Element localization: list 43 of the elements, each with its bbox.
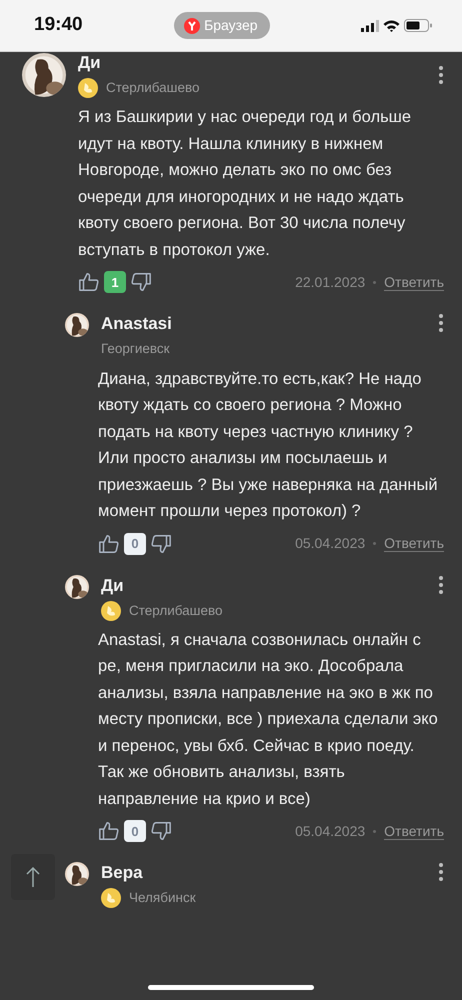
comment-date: 05.04.2023 bbox=[295, 534, 366, 553]
author-name[interactable]: Ди bbox=[78, 52, 426, 74]
comment-text: Я из Башкирии у нас очереди год и больше идут на квоту. Нашла клинику в нижнем Новгороде, можно делать эко по омс без очереди для иногородних и не надо ждать квоту своего региона. Вот 30 числа полечу вступать в протокол уже. bbox=[78, 107, 412, 261]
more-options-icon[interactable] bbox=[438, 574, 444, 594]
battery-icon bbox=[404, 19, 432, 32]
reply-link[interactable]: Ответить bbox=[384, 535, 444, 552]
separator-dot bbox=[373, 542, 376, 545]
thumbs-up-icon[interactable] bbox=[98, 820, 120, 842]
more-options-icon[interactable] bbox=[438, 313, 444, 334]
thumbs-down-icon[interactable] bbox=[130, 271, 152, 294]
thumbs-down-icon[interactable] bbox=[150, 532, 172, 554]
thumbs-up-icon[interactable] bbox=[98, 532, 120, 554]
scroll-top-button[interactable] bbox=[11, 854, 55, 900]
comment-text: Диана, здравствуйте.то есть,как? Не надо квоту ждать со своего региона ? Можно подать на квоту через частную клинику ? Или просто анализы им посылаешь и приезжаешь ? Вы уже наверняка на данный момент прошли через протокол) ? bbox=[98, 368, 439, 522]
location-text: Стерлибашево bbox=[106, 79, 200, 97]
location-text: Стерлибашево bbox=[129, 602, 223, 620]
browser-logo-icon bbox=[184, 18, 200, 34]
badge-icon bbox=[78, 78, 98, 98]
wifi-icon bbox=[382, 20, 400, 32]
badge-icon bbox=[101, 888, 121, 908]
comment-date: 22.01.2023 bbox=[295, 272, 366, 292]
reply-link[interactable]: Ответить bbox=[384, 274, 444, 291]
vote-count: 1 bbox=[104, 271, 126, 294]
more-options-icon[interactable] bbox=[438, 65, 444, 86]
arrow-up-icon bbox=[25, 866, 41, 888]
separator-dot bbox=[373, 830, 376, 833]
badge-icon bbox=[101, 600, 121, 621]
thumbs-up-icon[interactable] bbox=[78, 271, 100, 294]
comment-date: 05.04.2023 bbox=[295, 822, 366, 841]
comment-text: Anastasi, я сначала созвонилась онлайн с ре, меня пригласили на эко. Дособрала анализы, взяла направление на эко в жк по месту прописки, все ) приехала сделали эко и перенос, увы бхб. Сейчас в крио поеду. Так же обновить анализы, взять направление на крио и все) bbox=[98, 630, 439, 810]
reply-link[interactable]: Ответить bbox=[384, 822, 444, 840]
location-text: Георгиевск bbox=[101, 340, 170, 358]
thumbs-down-icon[interactable] bbox=[150, 820, 172, 842]
author-name[interactable]: Вера bbox=[101, 862, 426, 884]
author-name[interactable]: Ди bbox=[101, 574, 426, 596]
location-text: Челябинск bbox=[129, 889, 196, 908]
vote-count: 0 bbox=[124, 820, 146, 842]
more-options-icon[interactable] bbox=[438, 862, 444, 882]
author-name[interactable]: Anastasi bbox=[101, 313, 426, 336]
clock-time: 19:40 bbox=[34, 13, 83, 38]
vote-count: 0 bbox=[124, 532, 146, 554]
separator-dot bbox=[373, 280, 376, 284]
signal-icon bbox=[360, 20, 379, 32]
